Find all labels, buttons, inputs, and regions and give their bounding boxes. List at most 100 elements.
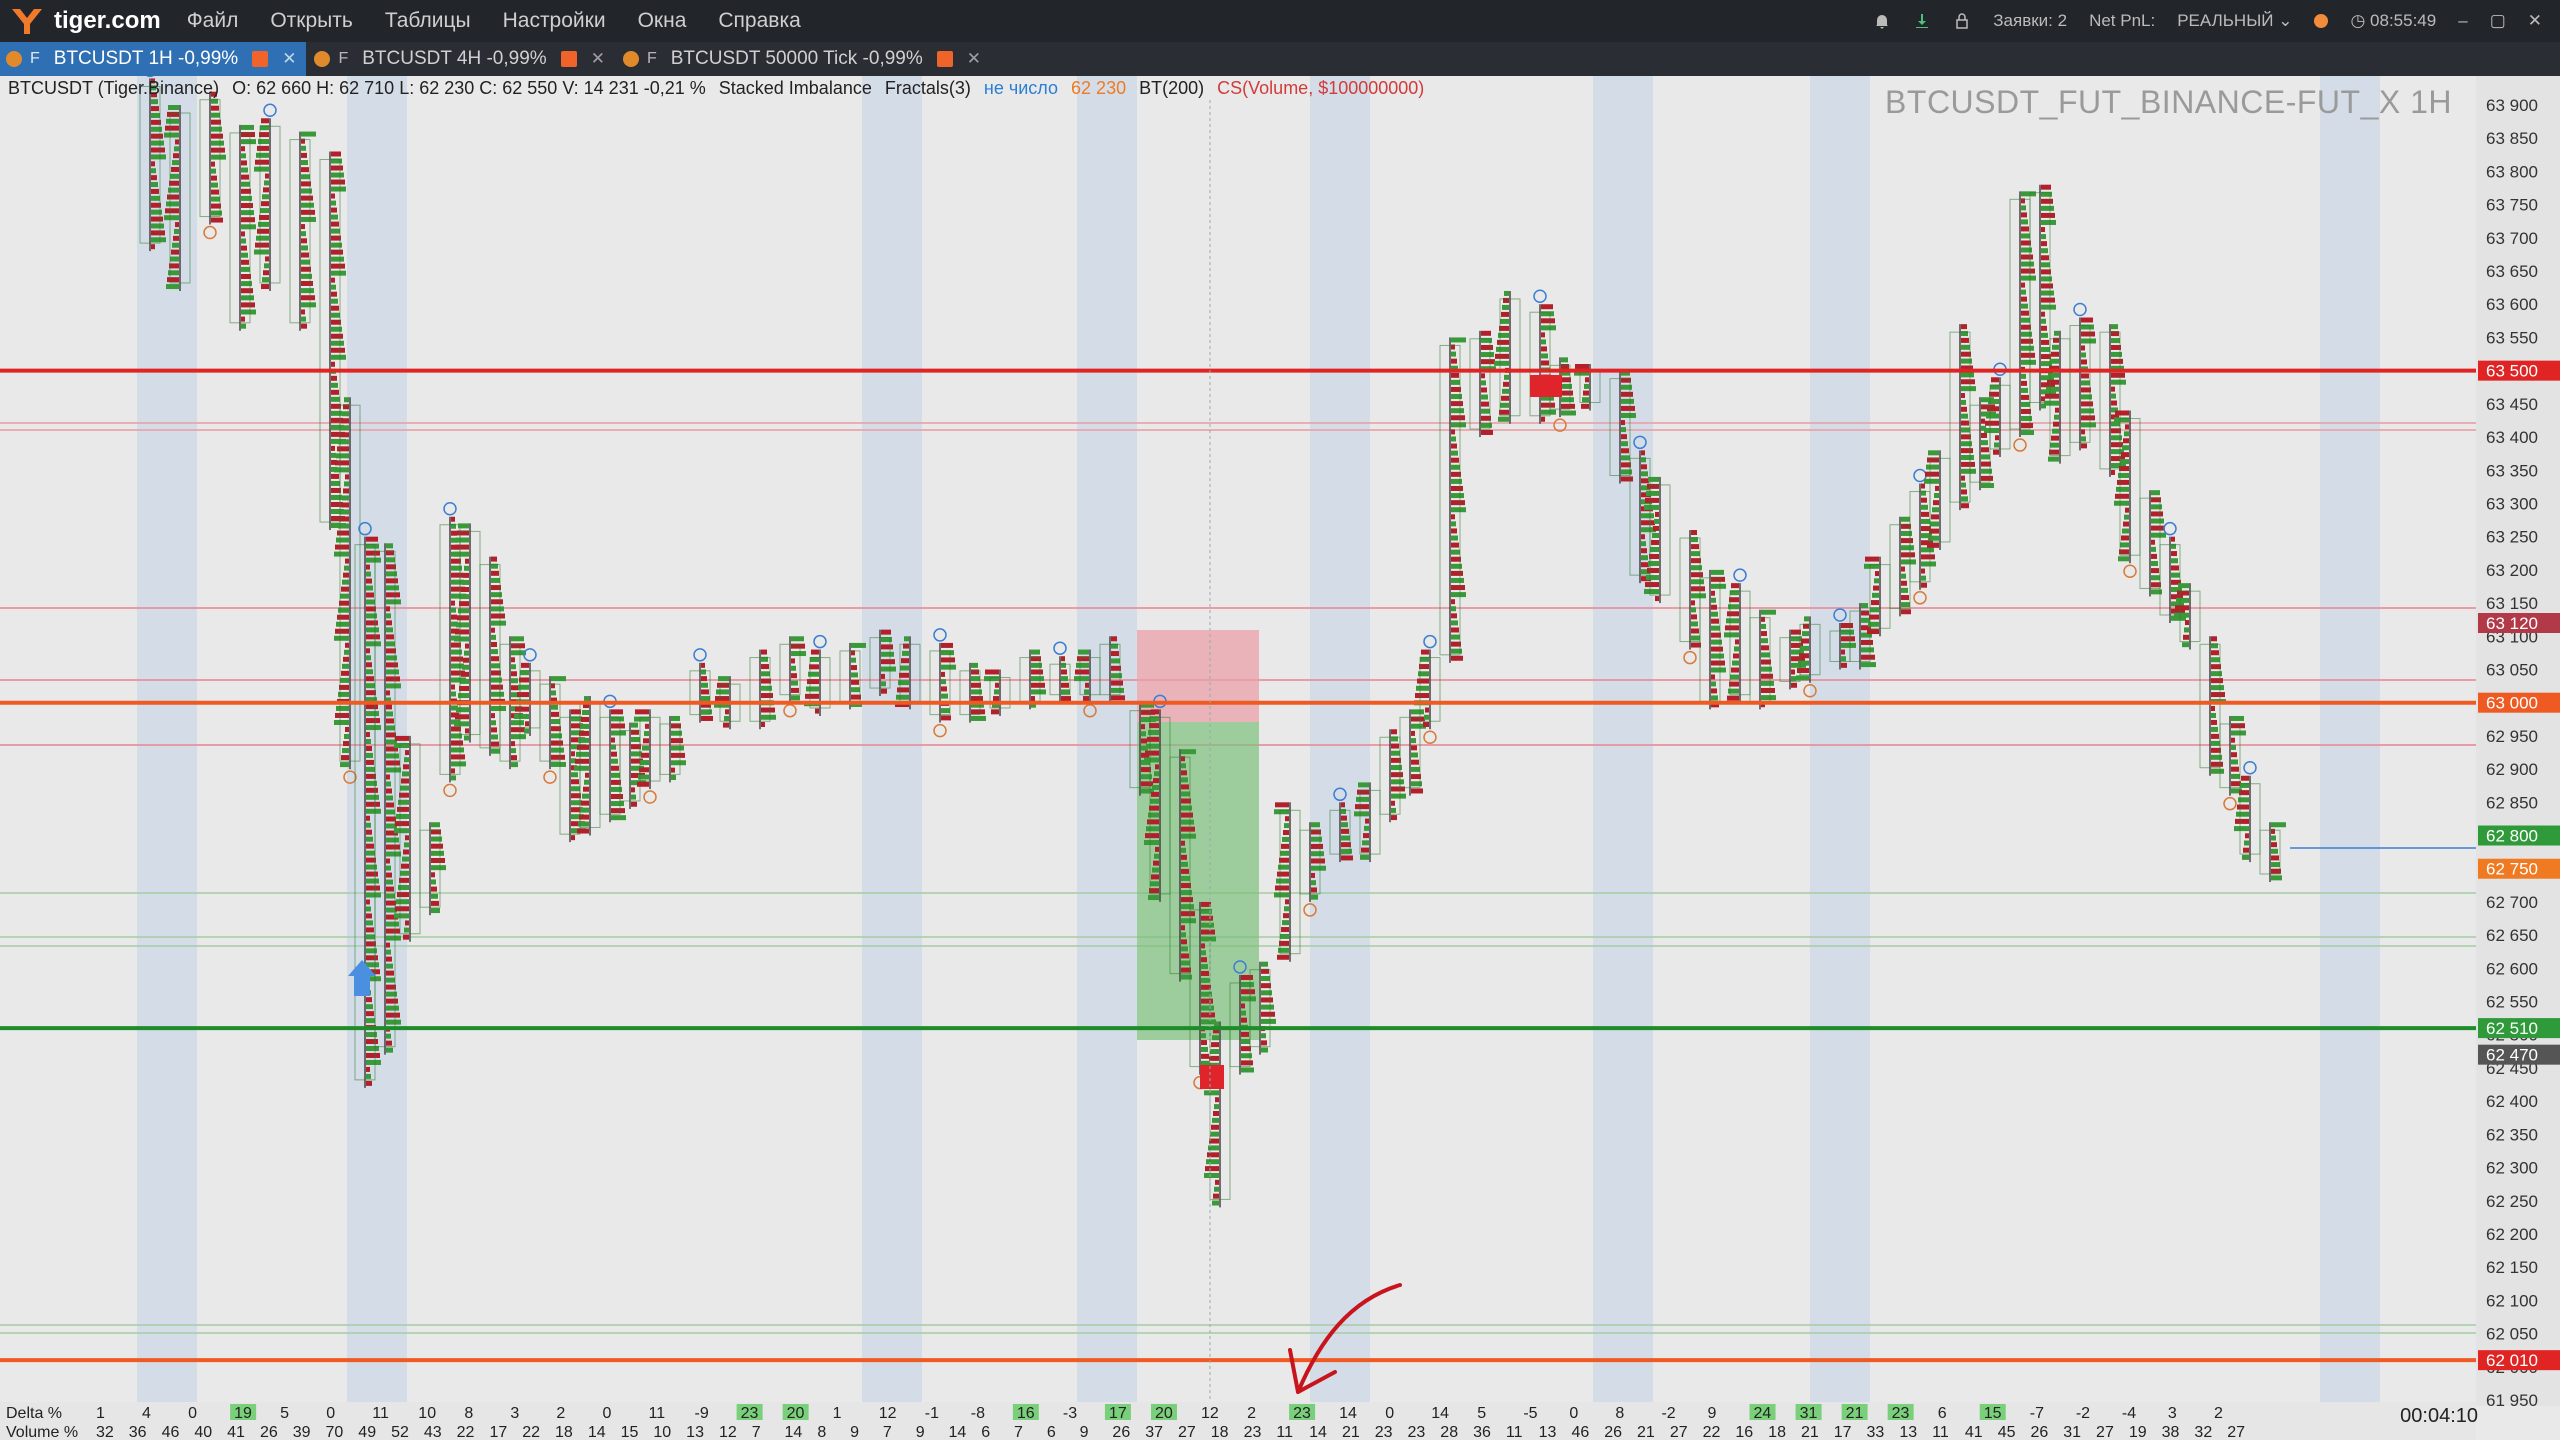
indicator-bt[interactable]: BT(200) <box>1139 78 1204 98</box>
footprint-cell <box>1841 623 1853 628</box>
footprint-cell <box>1646 490 1659 496</box>
footprint-cell <box>386 641 395 647</box>
footprint-cell <box>366 801 380 807</box>
footprint-cell <box>2081 422 2096 428</box>
footprint-cell <box>1150 798 1159 804</box>
footprint-cell <box>1241 1010 1246 1016</box>
footprint-cell <box>2041 311 2045 317</box>
orders-label[interactable]: Заявки: 2 <box>1993 11 2067 31</box>
lock-icon[interactable] <box>1953 12 1971 30</box>
footprint-cell <box>337 614 349 620</box>
price-chart[interactable]: 63 90063 85063 80063 75063 70063 65063 6… <box>0 76 2560 1440</box>
footprint-cell <box>366 683 375 689</box>
footprint-cell <box>241 203 253 209</box>
menu-windows[interactable]: Окна <box>638 9 687 33</box>
volume-value: 46 <box>1571 1424 1589 1440</box>
footprint-cell <box>904 636 909 642</box>
footprint-cell <box>2184 627 2189 633</box>
price-tick-label: 62 250 <box>2486 1192 2538 1211</box>
footprint-cell <box>1061 662 1066 668</box>
footprint-cell <box>971 709 985 715</box>
tab-btcusdt-1h[interactable]: F BTCUSDT 1H -0,99% ✕ <box>0 42 307 76</box>
footprint-cell <box>1261 1004 1274 1010</box>
footprint-cell <box>491 620 506 626</box>
footprint-cell <box>1360 854 1369 860</box>
indicator-stacked-imbalance[interactable]: Stacked Imbalance <box>719 78 872 98</box>
tab-close-icon[interactable]: ✕ <box>967 49 981 69</box>
close-button[interactable]: ✕ <box>2528 11 2542 31</box>
footprint-cell <box>2176 597 2189 603</box>
footprint-cell <box>2231 766 2239 772</box>
tab-btcusdt-4h[interactable]: F BTCUSDT 4H -0,99% ✕ <box>308 42 614 76</box>
menu-settings[interactable]: Настройки <box>503 9 606 33</box>
footprint-cell <box>611 758 618 764</box>
footprint-cell <box>2021 233 2030 239</box>
footprint-cell <box>1145 750 1159 756</box>
menu-help[interactable]: Справка <box>718 9 800 33</box>
footprint-cell <box>582 709 589 715</box>
footprint-cell <box>1691 614 1697 620</box>
menu-file[interactable]: Файл <box>187 9 239 33</box>
footprint-cell <box>1841 642 1856 648</box>
footprint-cell <box>2111 358 2123 364</box>
volume-value: 7 <box>1014 1424 1023 1440</box>
footprint-cell <box>173 153 179 159</box>
footprint-cell <box>1201 950 1206 956</box>
download-icon[interactable] <box>1913 12 1931 30</box>
footprint-cell <box>331 186 346 192</box>
footprint-cell <box>582 793 589 799</box>
footprint-cell <box>1641 450 1645 456</box>
footprint-cell <box>386 1012 400 1018</box>
price-tag-label: 62 800 <box>2486 827 2538 846</box>
footprint-cell <box>151 99 158 105</box>
footprint-cell <box>1541 304 1553 310</box>
footprint-cell <box>366 822 371 828</box>
footprint-cell <box>1201 998 1213 1004</box>
maximize-button[interactable]: ▢ <box>2490 11 2506 31</box>
footprint-cell <box>301 160 308 166</box>
menu-open[interactable]: Открыть <box>270 9 352 33</box>
footprint-cell <box>431 879 436 885</box>
tab-btcusdt-tick[interactable]: F BTCUSDT 50000 Tick -0,99% ✕ <box>617 42 991 76</box>
tab-close-icon[interactable]: ✕ <box>282 49 296 69</box>
footprint-cell <box>1451 464 1460 470</box>
minimize-button[interactable]: – <box>2458 11 2467 31</box>
footprint-cell <box>241 245 247 251</box>
footprint-cell <box>343 741 349 747</box>
footprint-cell <box>1641 541 1646 547</box>
bell-icon[interactable] <box>1873 12 1891 30</box>
footprint-cell <box>386 662 398 668</box>
footprint-cell <box>1311 894 1318 900</box>
footprint-cell <box>2271 828 2275 834</box>
footprint-cell <box>211 189 219 195</box>
indicator-nan[interactable]: не число <box>984 78 1058 98</box>
footprint-cell <box>331 340 344 346</box>
footprint-cell <box>265 173 269 179</box>
footprint-cell <box>2081 380 2090 386</box>
connection-status-icon <box>2314 14 2329 28</box>
footprint-cell <box>1927 542 1939 548</box>
indicator-cs[interactable]: CS(Volume, $100000000) <box>1217 78 1424 98</box>
footprint-cell <box>394 913 409 919</box>
footprint-cell <box>151 244 155 250</box>
tab-close-icon[interactable]: ✕ <box>591 49 605 69</box>
menu-tables[interactable]: Таблицы <box>385 9 471 33</box>
footprint-cell <box>331 389 339 395</box>
footprint-cell <box>403 849 409 855</box>
footprint-cell <box>2021 352 2035 358</box>
footprint-cell <box>2151 568 2159 574</box>
footprint-cell <box>1800 645 1809 651</box>
mode-select[interactable]: РЕАЛЬНЫЙ ⌄ <box>2177 11 2292 31</box>
footprint-cell <box>571 786 580 792</box>
footprint-cell <box>2174 612 2189 618</box>
footprint-cell <box>301 316 306 322</box>
footprint-cell <box>1205 1166 1219 1172</box>
footprint-cell <box>366 725 381 731</box>
footprint-cell <box>1981 418 1985 424</box>
price-tick-label: 62 200 <box>2486 1225 2538 1244</box>
delta-value: 20 <box>1155 1405 1173 1422</box>
volume-value: 23 <box>1375 1424 1393 1440</box>
footprint-cell <box>1311 858 1325 864</box>
footprint-cell <box>386 627 393 633</box>
indicator-fractals[interactable]: Fractals(3) <box>885 78 971 98</box>
